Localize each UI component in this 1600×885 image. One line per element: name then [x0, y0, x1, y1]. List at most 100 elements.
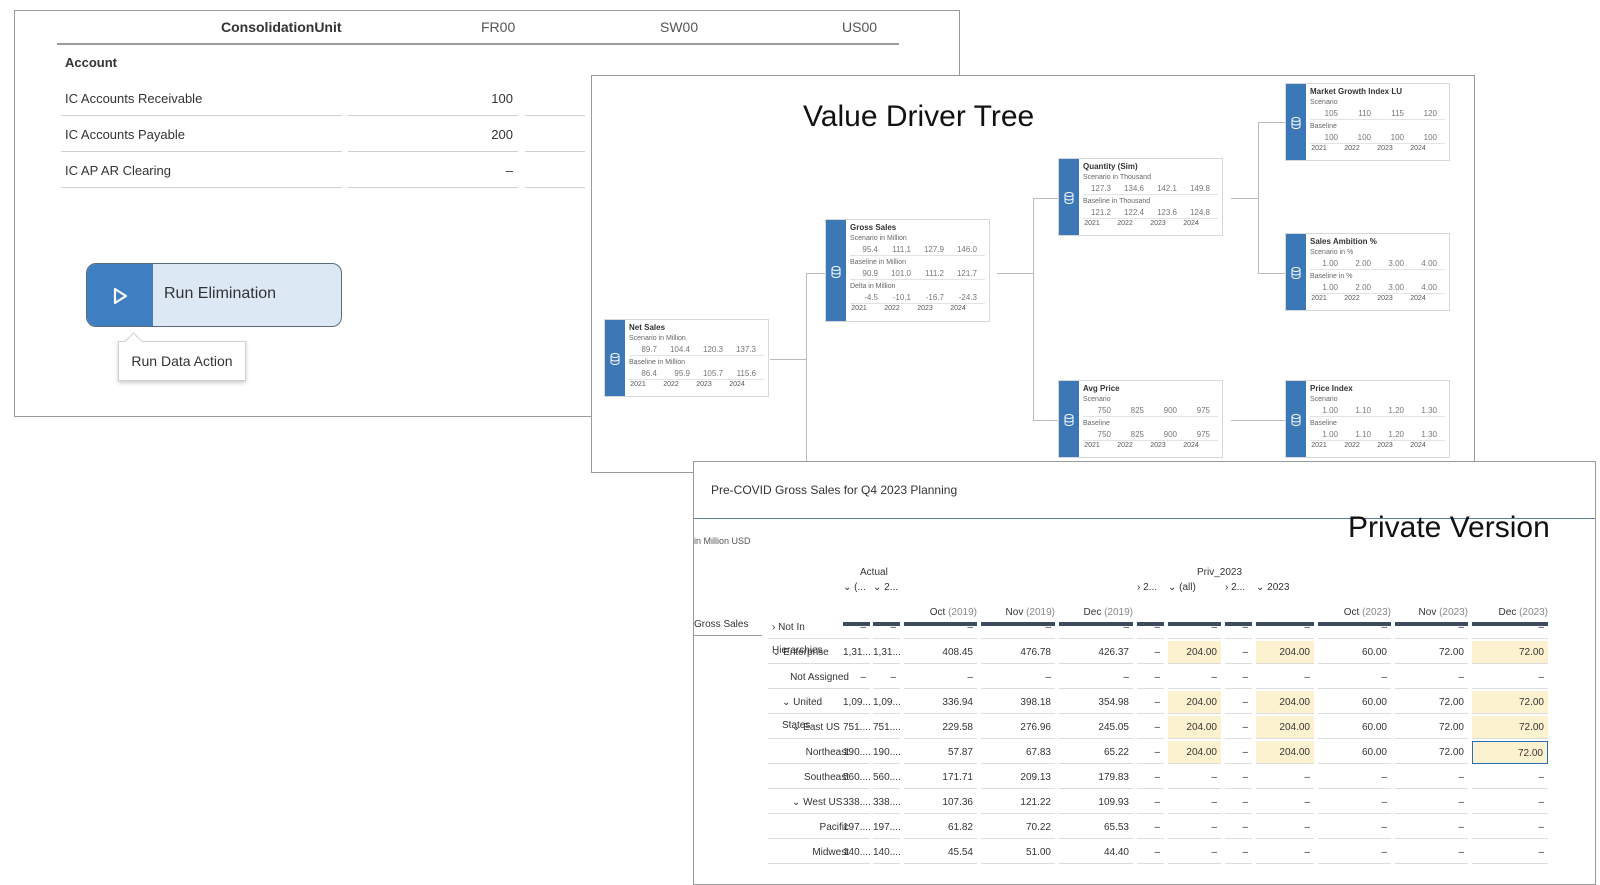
data-cell[interactable]: – [1168, 791, 1221, 814]
column-header-fr00[interactable]: FR00 [481, 19, 515, 35]
data-cell[interactable]: 245.05 [1059, 716, 1133, 739]
account-row-label[interactable]: IC AP AR Clearing [65, 163, 171, 178]
account-row-value[interactable]: 200 [413, 127, 513, 142]
data-cell[interactable]: 72.00 [1472, 691, 1548, 714]
data-cell[interactable]: – [1256, 841, 1314, 864]
data-cell[interactable]: – [1137, 716, 1164, 739]
data-cell[interactable]: – [1137, 841, 1164, 864]
row-header[interactable]: Midwest [768, 841, 853, 864]
data-cell[interactable]: – [1137, 816, 1164, 839]
node-avg-price[interactable]: Avg Price Scenario 750 825 900 975 Baseline 750… [1058, 380, 1223, 458]
data-cell[interactable]: – [981, 616, 1055, 639]
data-cell[interactable]: 204.00 [1256, 691, 1314, 714]
account-row-label[interactable]: IC Accounts Receivable [65, 91, 202, 106]
data-cell[interactable]: – [1472, 666, 1548, 689]
data-cell[interactable]: 204.00 [1168, 691, 1221, 714]
data-cell[interactable]: – [1395, 666, 1468, 689]
data-cell[interactable]: 60.00 [1318, 641, 1391, 664]
data-cell[interactable]: – [1168, 616, 1221, 639]
data-cell[interactable]: 72.00 [1395, 691, 1468, 714]
data-cell[interactable]: 65.53 [1059, 816, 1133, 839]
column-header[interactable]: ⌄ 2... [873, 582, 900, 593]
data-cell[interactable]: – [1318, 766, 1391, 789]
data-cell[interactable]: 204.00 [1256, 641, 1314, 664]
data-cell[interactable]: – [1225, 716, 1252, 739]
node-market-growth-index[interactable]: Market Growth Index LU Scenario 105 110 115 1… [1285, 83, 1450, 161]
data-cell[interactable]: – [1256, 766, 1314, 789]
data-cell[interactable]: – [873, 666, 900, 689]
row-header[interactable]: ⌄ Enterprise [768, 641, 853, 664]
data-cell[interactable]: 109.93 [1059, 791, 1133, 814]
data-cell[interactable]: 107.36 [904, 791, 977, 814]
data-cell[interactable]: 140.... [873, 841, 901, 864]
data-cell[interactable]: 60.00 [1318, 716, 1391, 739]
row-header[interactable]: Not Assigned [768, 666, 853, 689]
data-cell[interactable]: 60.00 [1318, 691, 1391, 714]
row-header[interactable]: Northeast [768, 741, 853, 764]
data-cell[interactable]: – [873, 616, 900, 639]
version-actual-header[interactable]: Actual [860, 567, 888, 578]
data-cell[interactable]: – [1137, 791, 1164, 814]
data-cell[interactable]: 751.... [843, 716, 871, 739]
data-cell[interactable]: 229.58 [904, 716, 977, 739]
column-header[interactable]: ⌄ (all) [1168, 582, 1221, 593]
data-cell[interactable]: 426.37 [1059, 641, 1133, 664]
row-header[interactable]: ⌄ West US [768, 791, 853, 814]
run-elimination-button[interactable]: Run Elimination [86, 263, 342, 327]
data-cell[interactable]: – [1472, 616, 1548, 639]
node-gross-sales[interactable]: Gross Sales Scenario in Million 95.4 111.1 1… [825, 219, 990, 322]
data-cell[interactable]: – [1318, 816, 1391, 839]
data-cell[interactable]: 197.... [873, 816, 901, 839]
data-cell[interactable]: – [1318, 616, 1391, 639]
data-cell[interactable]: – [1395, 791, 1468, 814]
data-cell[interactable]: 1,09... [873, 691, 901, 714]
data-cell[interactable]: 751.... [873, 716, 901, 739]
data-cell[interactable]: – [1137, 741, 1164, 764]
data-cell[interactable]: – [1225, 791, 1252, 814]
column-header[interactable]: ⌄ 2023 [1256, 582, 1314, 593]
row-header[interactable]: Pacific [768, 816, 853, 839]
data-cell[interactable]: – [1168, 816, 1221, 839]
data-cell[interactable]: 72.00 [1395, 741, 1468, 764]
data-cell[interactable]: 61.82 [904, 816, 977, 839]
data-cell[interactable]: – [1472, 766, 1548, 789]
data-cell[interactable]: – [1225, 666, 1252, 689]
node-quantity[interactable]: Quantity (Sim) Scenario in Thousand 127.3 1… [1058, 158, 1223, 236]
data-cell[interactable]: 354.98 [1059, 691, 1133, 714]
data-cell[interactable]: – [1395, 816, 1468, 839]
node-net-sales[interactable]: Net Sales Scenario in Million 89.7 104.4 120… [604, 319, 769, 397]
data-cell[interactable]: 70.22 [981, 816, 1055, 839]
data-cell[interactable]: – [1472, 791, 1548, 814]
data-cell[interactable]: – [1225, 616, 1252, 639]
data-cell[interactable]: – [1225, 766, 1252, 789]
data-cell[interactable]: – [1059, 616, 1133, 639]
data-cell[interactable]: – [1168, 666, 1221, 689]
data-cell[interactable]: 72.00 [1472, 641, 1548, 664]
data-cell[interactable]: – [1256, 666, 1314, 689]
data-cell[interactable]: – [1225, 741, 1252, 764]
data-cell[interactable]: 1,09... [843, 691, 871, 714]
data-cell[interactable]: – [1059, 666, 1133, 689]
data-cell[interactable]: – [1168, 841, 1221, 864]
data-cell[interactable]: 197.... [843, 816, 871, 839]
data-cell[interactable]: 204.00 [1168, 716, 1221, 739]
data-cell[interactable]: – [1318, 791, 1391, 814]
data-cell[interactable]: – [1318, 666, 1391, 689]
node-sales-ambition[interactable]: Sales Ambition % Scenario in % 1.00 2.00 3.0… [1285, 233, 1450, 311]
data-cell[interactable]: 72.00 [1472, 741, 1548, 764]
data-cell[interactable]: – [1472, 841, 1548, 864]
data-cell[interactable]: – [1395, 841, 1468, 864]
data-cell[interactable]: – [1472, 816, 1548, 839]
data-cell[interactable]: – [1318, 841, 1391, 864]
data-cell[interactable]: – [904, 616, 977, 639]
row-header[interactable]: ⌄ United States [768, 691, 853, 731]
data-cell[interactable]: – [1137, 666, 1164, 689]
data-cell[interactable]: 336.94 [904, 691, 977, 714]
data-cell[interactable]: – [1137, 641, 1164, 664]
data-cell[interactable]: 408.45 [904, 641, 977, 664]
data-cell[interactable]: – [1256, 816, 1314, 839]
data-cell[interactable]: 398.18 [981, 691, 1055, 714]
column-header[interactable]: › 2... [1225, 582, 1252, 593]
data-cell[interactable]: 209.13 [981, 766, 1055, 789]
data-cell[interactable]: 171.71 [904, 766, 977, 789]
